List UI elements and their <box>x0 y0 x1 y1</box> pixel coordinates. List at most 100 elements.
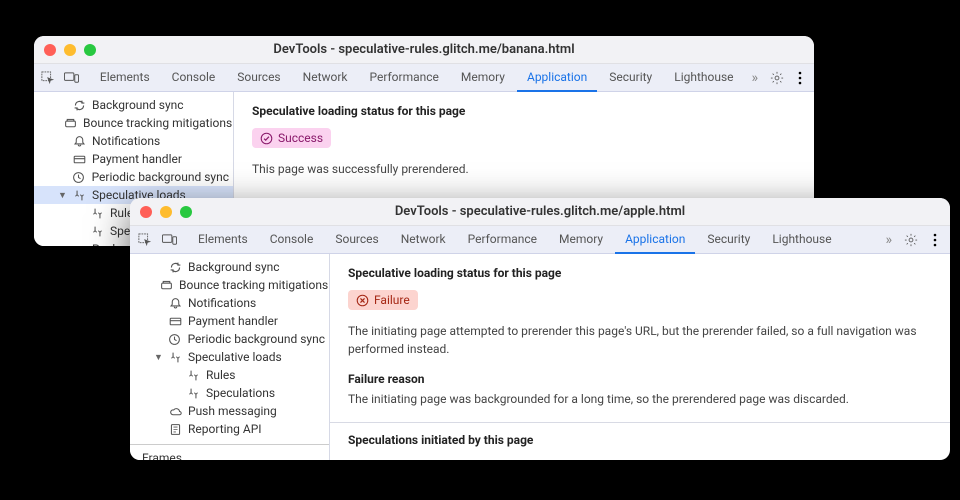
sidebar-item-payment-handler[interactable]: Payment handler <box>130 312 329 330</box>
tab-elements[interactable]: Elements <box>188 226 258 254</box>
more-tabs-icon[interactable]: » <box>746 70 765 86</box>
minimize-button[interactable] <box>64 44 76 56</box>
sidebar-item-payment-handler[interactable]: Payment handler <box>34 150 233 168</box>
check-circle-icon <box>260 132 273 145</box>
sidebar-item-label: Rules <box>206 368 235 382</box>
sidebar-item-periodic-background-sync[interactable]: Periodic background sync <box>130 330 329 348</box>
clock-icon <box>72 170 86 184</box>
tab-memory[interactable]: Memory <box>451 64 515 92</box>
more-tabs-icon[interactable]: » <box>879 232 898 248</box>
sidebar-item-label: Periodic background sync <box>188 332 325 346</box>
disclosure-triangle-icon[interactable]: ▼ <box>154 352 162 363</box>
tab-application[interactable]: Application <box>517 64 597 92</box>
sidebar-item-rules[interactable]: Rules <box>130 366 329 384</box>
sidebar-item-bounce-tracking-mitigations[interactable]: Bounce tracking mitigations <box>130 276 329 294</box>
tab-network[interactable]: Network <box>293 64 358 92</box>
tab-security[interactable]: Security <box>697 226 760 254</box>
titlebar: DevTools - speculative-rules.glitch.me/a… <box>130 198 950 226</box>
panel-tabs: ElementsConsoleSourcesNetworkPerformance… <box>188 226 877 254</box>
section-divider <box>330 422 950 423</box>
sidebar-item-periodic-background-sync[interactable]: Periodic background sync <box>34 168 233 186</box>
prerender-description: The initiating page attempted to prerend… <box>348 322 932 358</box>
bounce-icon <box>64 116 77 130</box>
zoom-button[interactable] <box>180 206 192 218</box>
tab-performance[interactable]: Performance <box>458 226 547 254</box>
sidebar-item-label: Background sync <box>188 260 280 274</box>
clock-icon <box>168 332 182 346</box>
devtools-toolbar: ElementsConsoleSourcesNetworkPerformance… <box>130 226 950 254</box>
close-button[interactable] <box>44 44 56 56</box>
tab-performance[interactable]: Performance <box>360 64 449 92</box>
spec-icon <box>90 224 104 238</box>
status-badge-success: Success <box>252 128 331 148</box>
status-heading: Speculative loading status for this page <box>348 266 932 280</box>
report-icon <box>168 422 182 436</box>
sidebar-item-reporting-api[interactable]: Reporting API <box>130 420 329 438</box>
tab-sources[interactable]: Sources <box>227 64 290 92</box>
spec-icon <box>168 350 182 364</box>
window-title: DevTools - speculative-rules.glitch.me/b… <box>34 42 814 57</box>
tab-lighthouse[interactable]: Lighthouse <box>762 226 841 254</box>
frames-section-label[interactable]: Frames <box>130 444 329 460</box>
spec-icon <box>186 368 200 382</box>
tab-elements[interactable]: Elements <box>90 64 160 92</box>
tab-memory[interactable]: Memory <box>549 226 613 254</box>
panel-tabs: ElementsConsoleSourcesNetworkPerformance… <box>90 64 744 92</box>
tab-lighthouse[interactable]: Lighthouse <box>664 64 743 92</box>
kebab-menu-icon[interactable] <box>924 229 946 251</box>
status-label: Success <box>278 131 323 145</box>
kebab-menu-icon[interactable] <box>789 67 810 89</box>
spec-icon <box>186 386 200 400</box>
tab-console[interactable]: Console <box>260 226 324 254</box>
bell-icon <box>168 296 182 310</box>
failure-reason-heading: Failure reason <box>348 372 932 386</box>
inspect-icon[interactable] <box>38 67 59 89</box>
tab-sources[interactable]: Sources <box>325 226 388 254</box>
sidebar-item-bounce-tracking-mitigations[interactable]: Bounce tracking mitigations <box>34 114 233 132</box>
speculations-heading: Speculations initiated by this page <box>348 433 932 447</box>
x-circle-icon <box>356 294 369 307</box>
titlebar: DevTools - speculative-rules.glitch.me/b… <box>34 36 814 64</box>
sidebar-item-push-messaging[interactable]: Push messaging <box>130 402 329 420</box>
sidebar-item-background-sync[interactable]: Background sync <box>130 258 329 276</box>
minimize-button[interactable] <box>160 206 172 218</box>
prerender-description: This page was successfully prerendered. <box>252 160 796 178</box>
sidebar-item-notifications[interactable]: Notifications <box>130 294 329 312</box>
sidebar-item-label: Bounce tracking mitigations <box>179 278 328 292</box>
sidebar-item-label: Bounce tracking mitigations <box>83 116 232 130</box>
sidebar-item-notifications[interactable]: Notifications <box>34 132 233 150</box>
sidebar-item-label: Background sync <box>92 98 184 112</box>
sidebar-item-background-sync[interactable]: Background sync <box>34 96 233 114</box>
sidebar-item-label: Reporting API <box>188 422 262 436</box>
sidebar-item-label: Speculative loads <box>188 350 282 364</box>
status-heading: Speculative loading status for this page <box>252 104 796 118</box>
card-icon <box>72 152 86 166</box>
sync-icon <box>168 260 182 274</box>
zoom-button[interactable] <box>84 44 96 56</box>
sidebar-item-speculative-loads[interactable]: ▼ Speculative loads <box>130 348 329 366</box>
sidebar-item-label: Speculations <box>206 386 275 400</box>
device-toggle-icon[interactable] <box>61 67 82 89</box>
status-badge-failure: Failure <box>348 290 418 310</box>
devtools-window-apple: DevTools - speculative-rules.glitch.me/a… <box>130 198 950 460</box>
failure-reason-text: The initiating page was backgrounded for… <box>348 390 932 408</box>
tab-application[interactable]: Application <box>615 226 695 254</box>
sidebar-item-label: Notifications <box>188 296 256 310</box>
settings-gear-icon[interactable] <box>766 67 787 89</box>
device-toggle-icon[interactable] <box>158 229 180 251</box>
sidebar-item-label: Push messaging <box>188 404 277 418</box>
sidebar-item-label: Periodic background sync <box>92 170 229 184</box>
card-icon <box>168 314 182 328</box>
close-button[interactable] <box>140 206 152 218</box>
bounce-icon <box>160 278 173 292</box>
sync-icon <box>72 98 86 112</box>
inspect-icon[interactable] <box>134 229 156 251</box>
sidebar-item-speculations[interactable]: Speculations <box>130 384 329 402</box>
tab-security[interactable]: Security <box>599 64 662 92</box>
settings-gear-icon[interactable] <box>900 229 922 251</box>
spec-icon <box>90 206 104 220</box>
tab-network[interactable]: Network <box>391 226 456 254</box>
disclosure-triangle-icon[interactable]: ▼ <box>58 190 66 201</box>
sidebar-item-label: Payment handler <box>92 152 182 166</box>
tab-console[interactable]: Console <box>162 64 226 92</box>
